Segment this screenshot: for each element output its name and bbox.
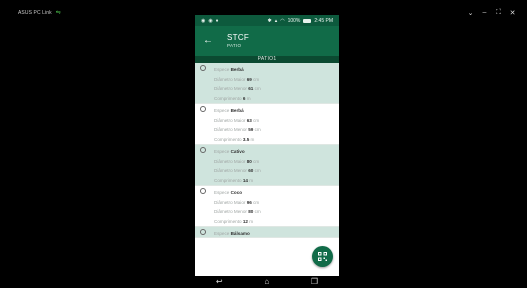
host-window-controls: ⌄ – ⛶ ✕ [466,9,517,17]
unit-label: cm [253,76,260,82]
especie-value: Bálsamo [230,231,250,236]
diametro-maior-value: 96 [246,199,252,205]
diametro-menor-label: Diâmetro Menor [214,86,247,91]
diametro-menor-value: 60 [248,168,254,173]
especie-value: Coco [230,190,243,195]
radio-button[interactable] [200,65,206,71]
list-item[interactable]: Espece Coco Diâmetro Maior 96 cm Diâmetr… [195,186,339,227]
especie-value: Berbá [230,108,244,113]
unit-label: cm [253,199,260,205]
signal-icon: ▴ [274,17,278,24]
list-item[interactable]: Espece Bálsamo [195,227,339,238]
notification-icon: ◉ [208,17,213,24]
unit-label: cm [254,127,261,132]
diametro-menor-label: Diâmetro Menor [214,209,247,214]
comprimento-label: Comprimento [214,136,242,142]
app-title: STCF [227,32,250,42]
unit-label: cm [254,168,261,173]
scan-fab-button[interactable] [312,246,333,267]
notification-icon: ♦ [215,17,219,24]
home-icon[interactable]: ⌂ [264,278,269,286]
android-nav-bar: ↩ ⌂ ❐ [195,276,339,288]
unit-label: m [249,177,254,183]
unit-label: cm [254,209,261,214]
radio-button[interactable] [200,147,206,153]
radio-button[interactable] [200,106,206,112]
qr-scan-icon [318,252,327,261]
status-time: 2:45 PM [314,17,333,24]
minimize-icon[interactable]: – [480,9,489,17]
pc-link-logo-icon: ⇋ [55,10,61,16]
diametro-maior-value: 63 [246,117,252,123]
especie-label: Espece [214,108,230,113]
unit-label: cm [253,117,260,123]
recents-icon[interactable]: ❐ [311,278,318,286]
unit-label: m [250,136,255,142]
arrow-left-icon[interactable]: ← [203,36,217,46]
diametro-maior-label: Diâmetro Maior [214,117,246,123]
host-window-title: ASUS PC Link ⇋ [18,10,61,16]
comprimento-value: 3.5 [242,136,250,142]
log-list: Espece Berbá Diâmetro Maior 69 cm Diâmet… [195,63,339,238]
comprimento-label: Comprimento [214,177,242,183]
status-bar: ◉ ◉ ♦ ✱ ▴ ◠ 100% 2:45 PM [195,15,339,26]
unit-label: cm [253,158,260,164]
especie-label: Espece [214,149,230,154]
especie-label: Espece [214,190,230,195]
phone-screen: ◉ ◉ ♦ ✱ ▴ ◠ 100% 2:45 PM ← STCF PATIO PA… [195,15,339,288]
especie-value: Cativo [230,149,245,154]
comprimento-value: 12 [242,218,248,224]
app-subtitle: PATIO [227,43,242,49]
diametro-maior-label: Diâmetro Maior [214,76,246,82]
app-bar: ← STCF PATIO [195,26,339,56]
wifi-icon: ◠ [280,17,285,24]
diametro-maior-value: 80 [246,158,252,164]
diametro-menor-value: 80 [248,209,254,214]
comprimento-value: 14 [242,177,248,183]
list-item[interactable]: Espece Berbá Diâmetro Maior 69 cm Diâmet… [195,63,339,104]
comprimento-value: 6 [242,95,246,101]
comprimento-label: Comprimento [214,218,242,224]
radio-button[interactable] [200,229,206,235]
section-header: PATIO1 [195,56,339,63]
diametro-maior-label: Diâmetro Maior [214,158,246,164]
host-app-name: ASUS PC Link [18,10,52,16]
especie-label: Espece [214,231,230,236]
battery-percent: 100% [287,17,301,24]
fullscreen-icon[interactable]: ⛶ [494,9,503,17]
unit-label: m [246,95,251,101]
close-icon[interactable]: ✕ [508,9,517,17]
diametro-menor-value: 61 [248,86,254,91]
comprimento-label: Comprimento [214,95,242,101]
diametro-menor-label: Diâmetro Menor [214,168,247,173]
diametro-maior-value: 69 [246,76,252,82]
unit-label: m [249,218,254,224]
battery-icon [303,18,312,23]
especie-value: Berbá [230,67,244,72]
radio-button[interactable] [200,188,206,194]
minimize-chevron-icon[interactable]: ⌄ [466,9,475,17]
list-item[interactable]: Espece Cativo Diâmetro Maior 80 cm Diâme… [195,145,339,186]
back-icon[interactable]: ↩ [216,278,223,286]
especie-label: Espece [214,67,230,72]
diametro-menor-label: Diâmetro Menor [214,127,247,132]
bluetooth-icon: ✱ [267,17,272,24]
diametro-maior-label: Diâmetro Maior [214,199,246,205]
list-item[interactable]: Espece Berbá Diâmetro Maior 63 cm Diâmet… [195,104,339,145]
notification-icon: ◉ [201,17,206,24]
unit-label: cm [254,86,261,91]
diametro-menor-value: 59 [248,127,254,132]
